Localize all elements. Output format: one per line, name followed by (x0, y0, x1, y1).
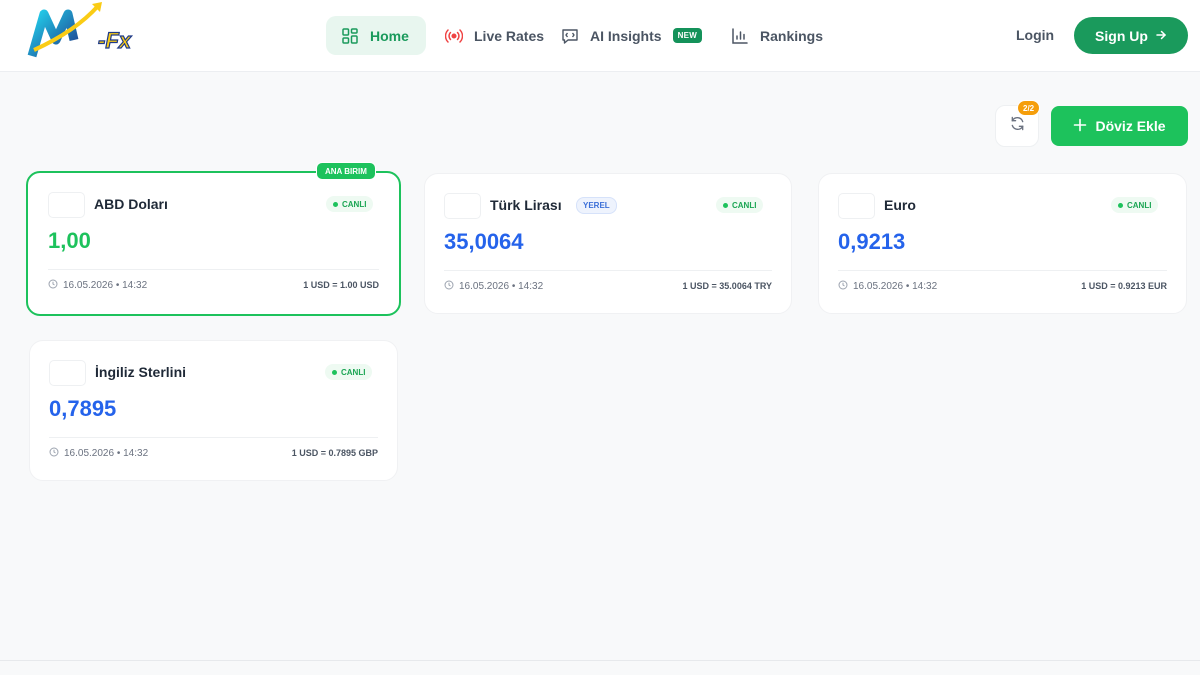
flag-usd (48, 192, 85, 218)
timestamp: 16.05.2026 • 14:32 (48, 279, 147, 292)
nav-home[interactable]: Home (326, 16, 426, 55)
live-status-badge: CANLI (325, 364, 373, 380)
live-status-badge: CANLI (716, 197, 764, 213)
currency-counter-badge: 2/2 (1017, 100, 1041, 116)
live-dot-icon (1118, 202, 1123, 208)
clock-icon (48, 279, 58, 292)
live-status-badge: CANLI (1111, 197, 1159, 213)
exchange-rate: 1,00 (48, 228, 91, 253)
live-status-label: CANLI (341, 367, 366, 377)
card-divider (444, 270, 772, 271)
live-status-label: CANLI (342, 199, 367, 209)
bar-chart-icon (731, 27, 749, 45)
currency-name: Türk Lirası (490, 197, 562, 213)
top-navbar: -Fx Home Live Rates AI Insights NEW Rank… (0, 0, 1200, 72)
timestamp-text: 16.05.2026 • 14:32 (853, 281, 938, 292)
broadcast-icon (445, 27, 463, 45)
signup-label: Sign Up (1095, 27, 1148, 44)
add-currency-button[interactable]: Döviz Ekle (1051, 106, 1188, 146)
card-divider (49, 437, 378, 438)
nav-live-rates[interactable]: Live Rates (430, 16, 544, 55)
live-status-badge: CANLI (326, 196, 374, 212)
card-divider (48, 269, 379, 270)
flag-eur (838, 193, 875, 219)
login-link[interactable]: Login (1016, 27, 1054, 43)
refresh-icon (1009, 115, 1026, 137)
currency-name: Euro (884, 197, 916, 213)
new-badge: NEW (672, 28, 703, 43)
conversion-text: 1 USD = 35.0064 TRY (682, 281, 772, 291)
exchange-rate: 0,7895 (49, 396, 117, 421)
footer-divider (0, 660, 1200, 661)
logo-text: -Fx (98, 28, 132, 53)
clock-icon (444, 280, 454, 293)
card-divider (838, 270, 1167, 271)
conversion-text: 1 USD = 0.9213 EUR (1081, 281, 1167, 291)
conversion-text: 1 USD = 0.7895 GBP (291, 448, 378, 458)
live-status-label: CANLI (1127, 200, 1152, 210)
exchange-rate: 35,0064 (444, 229, 524, 254)
flag-try (444, 193, 481, 219)
home-grid-icon (341, 27, 359, 45)
nav-home-label: Home (370, 27, 409, 44)
clock-icon (49, 447, 59, 460)
live-dot-icon (723, 202, 728, 208)
add-currency-label: Döviz Ekle (1095, 118, 1166, 134)
nav-rankings-label: Rankings (760, 27, 824, 44)
timestamp: 16.05.2026 • 14:32 (838, 280, 937, 293)
ai-chat-icon (561, 27, 579, 45)
main-nav: Home Live Rates AI Insights NEW Rankings (326, 16, 843, 55)
live-dot-icon (332, 369, 337, 375)
timestamp-text: 16.05.2026 • 14:32 (64, 448, 149, 459)
base-currency-badge: ANA BIRIM (316, 162, 376, 180)
nav-ai-insights-label: AI Insights (590, 27, 662, 44)
nav-ai-insights[interactable]: AI Insights NEW (546, 16, 706, 55)
logo-icon[interactable]: -Fx (26, 0, 144, 62)
conversion-text: 1 USD = 1.00 USD (303, 280, 379, 290)
timestamp: 16.05.2026 • 14:32 (444, 280, 543, 293)
timestamp-text: 16.05.2026 • 14:32 (63, 280, 148, 291)
nav-rankings[interactable]: Rankings (716, 16, 839, 55)
timestamp-text: 16.05.2026 • 14:32 (459, 281, 544, 292)
live-status-label: CANLI (732, 200, 757, 210)
timestamp: 16.05.2026 • 14:32 (49, 447, 148, 460)
live-dot-icon (333, 201, 338, 207)
plus-icon (1073, 118, 1087, 135)
local-currency-badge: YEREL (576, 197, 617, 214)
currency-name: ABD Doları (94, 196, 168, 212)
signup-button[interactable]: Sign Up (1074, 17, 1188, 54)
arrow-right-icon (1155, 28, 1167, 44)
clock-icon (838, 280, 848, 293)
flag-gbp (49, 360, 86, 386)
nav-live-rates-label: Live Rates (474, 27, 545, 44)
currency-name: İngiliz Sterlini (95, 364, 187, 380)
exchange-rate: 0,9213 (838, 229, 906, 254)
